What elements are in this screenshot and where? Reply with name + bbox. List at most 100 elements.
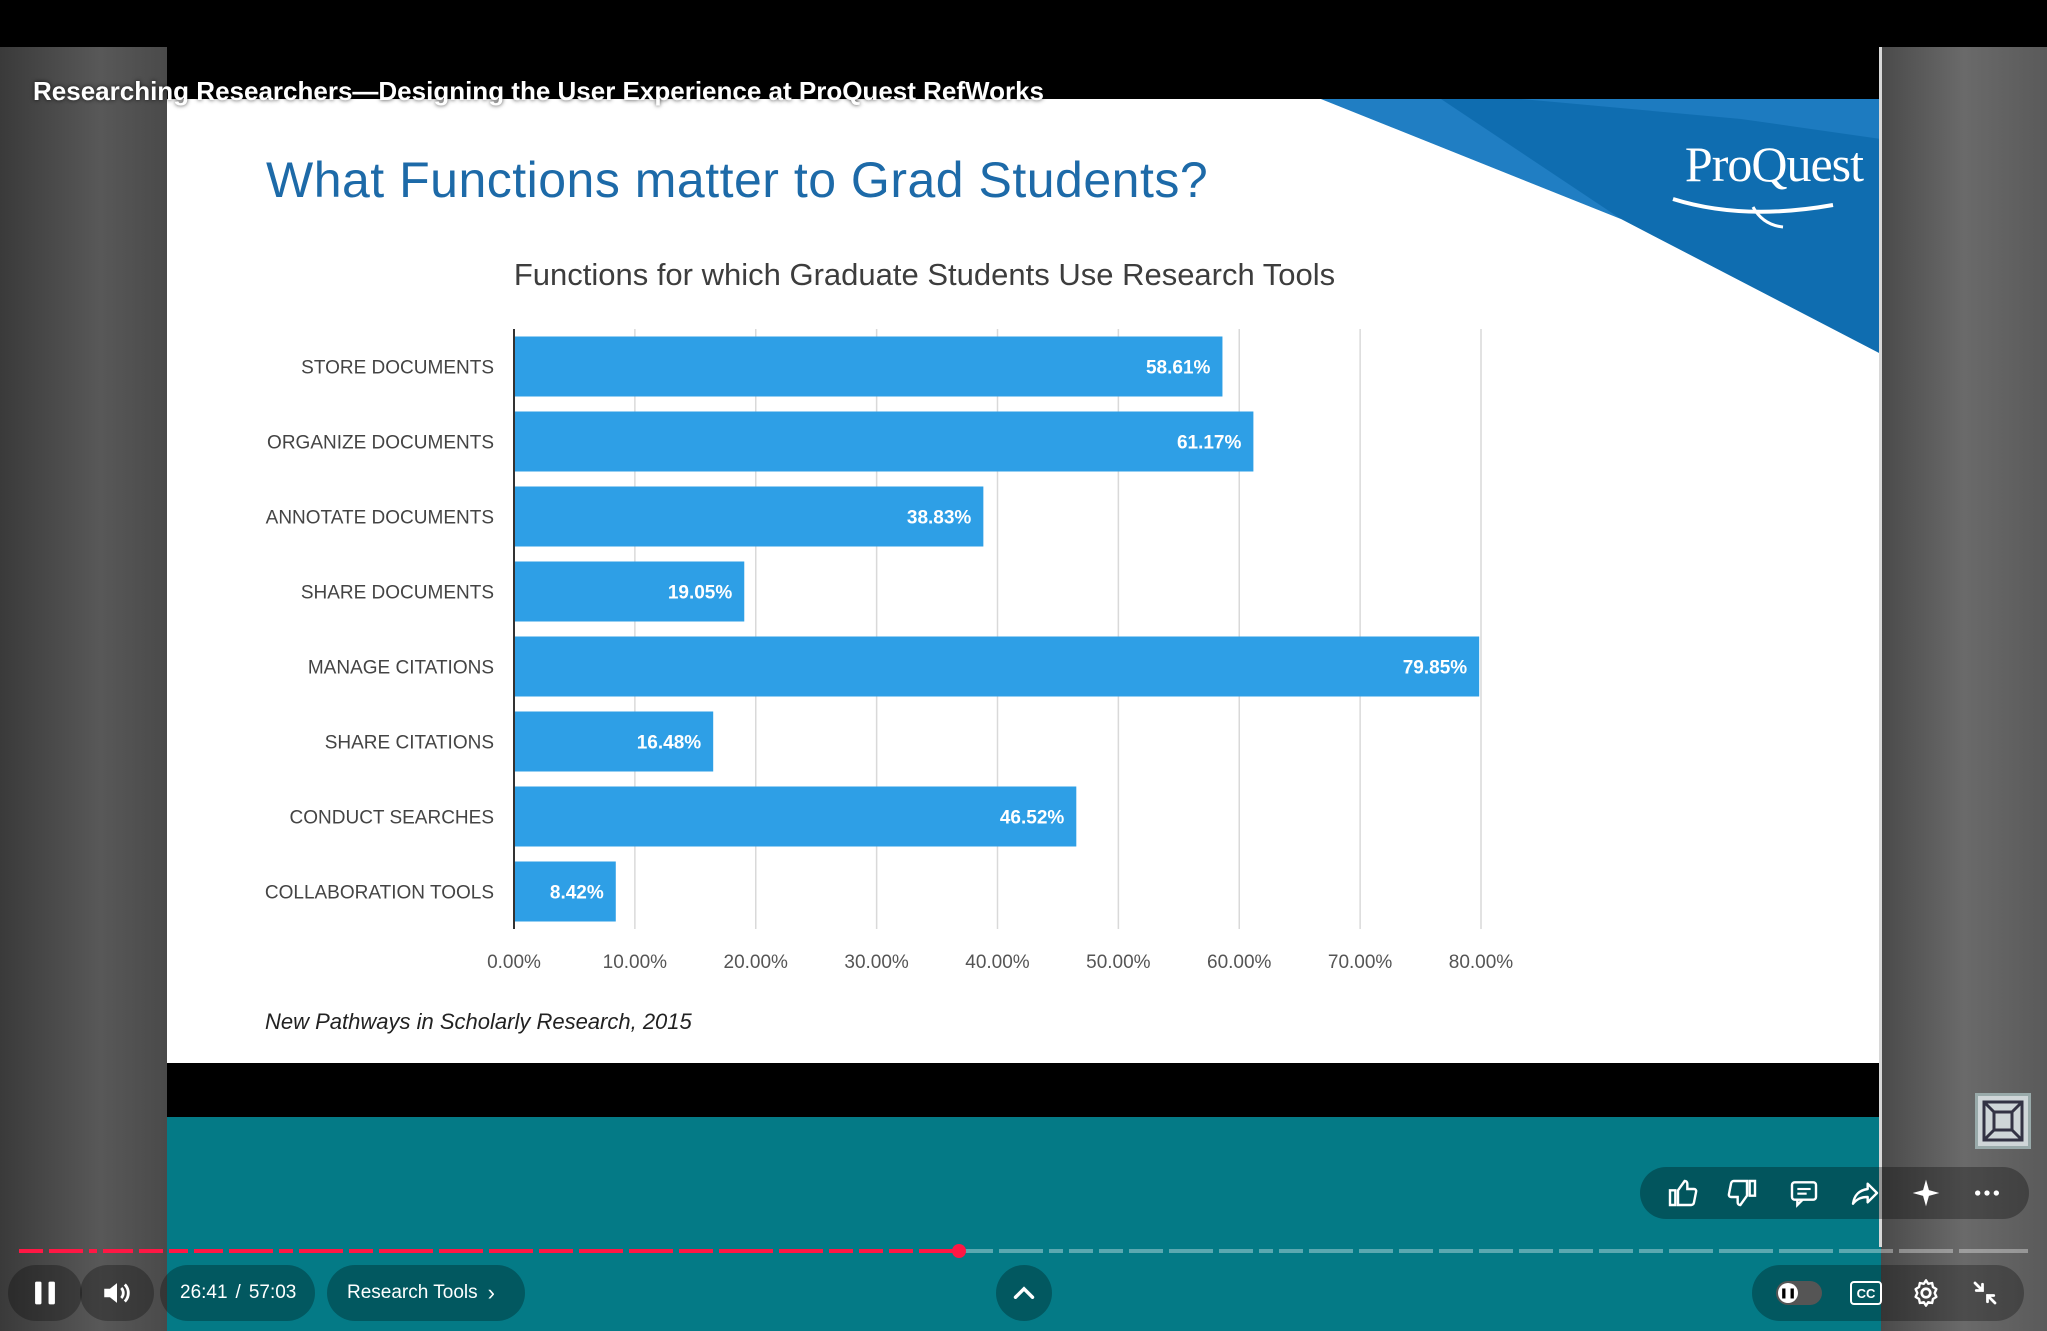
chevron-right-icon: ›: [487, 1280, 495, 1305]
progress-segment: [1479, 1249, 1513, 1253]
action-bar: [1640, 1167, 2029, 1219]
progress-segment: [1559, 1249, 1593, 1253]
category-label: COLLABORATION TOOLS: [265, 883, 494, 904]
x-tick-label: 10.00%: [603, 952, 668, 973]
source-note: New Pathways in Scholarly Research, 2015: [265, 1009, 692, 1034]
progress-segment: [719, 1249, 773, 1253]
progress-segment: [439, 1249, 483, 1253]
progress-segment: [1219, 1249, 1253, 1253]
progress-segment: [1639, 1249, 1663, 1253]
duration: 57:03: [248, 1282, 297, 1303]
data-label: 19.05%: [668, 583, 733, 604]
data-label: 61.17%: [1177, 433, 1242, 454]
pause-small-icon: ❚❚: [1778, 1283, 1798, 1303]
x-tick-label: 80.00%: [1449, 952, 1514, 973]
progress-segment: [1899, 1249, 1953, 1253]
progress-segment: [1959, 1249, 2028, 1253]
progress-segment: [579, 1249, 623, 1253]
data-label: 8.42%: [550, 883, 604, 904]
progress-segment: [1129, 1249, 1163, 1253]
progress-segment: [679, 1249, 713, 1253]
progress-segment: [919, 1249, 953, 1253]
progress-segment: [889, 1249, 913, 1253]
progress-segment: [1719, 1249, 1773, 1253]
progress-segment: [859, 1249, 883, 1253]
x-tick-label: 40.00%: [965, 952, 1030, 973]
bar: [515, 786, 1077, 847]
category-label: ANNOTATE DOCUMENTS: [266, 508, 494, 529]
progress-segment: [169, 1249, 188, 1253]
settings-gear-icon[interactable]: [1910, 1277, 1942, 1309]
data-label: 46.52%: [1000, 808, 1065, 829]
progress-track[interactable]: [16, 1244, 2031, 1258]
divider: [1879, 47, 1882, 1247]
progress-segment: [1169, 1249, 1213, 1253]
current-time: 26:41: [180, 1282, 228, 1303]
progress-segment: [1359, 1249, 1393, 1253]
bar: [515, 411, 1254, 472]
autoplay-toggle[interactable]: ❚❚: [1776, 1281, 1822, 1305]
miniplayer-icon[interactable]: [1975, 1093, 2031, 1149]
progress-segment: [1259, 1249, 1273, 1253]
like-icon[interactable]: [1660, 1171, 1704, 1215]
pause-icon: [35, 1281, 55, 1305]
x-tick-label: 0.00%: [487, 952, 541, 973]
progress-segment: [194, 1249, 223, 1253]
progress-segment: [999, 1249, 1043, 1253]
dislike-icon[interactable]: [1721, 1171, 1765, 1215]
category-label: SHARE CITATIONS: [325, 733, 494, 754]
progress-segment: [1049, 1249, 1063, 1253]
progress-segment: [379, 1249, 433, 1253]
progress-segment: [1099, 1249, 1123, 1253]
category-label: ORGANIZE DOCUMENTS: [267, 433, 494, 454]
volume-button[interactable]: [80, 1265, 154, 1321]
progress-segment: [779, 1249, 823, 1253]
expand-panel-button[interactable]: [996, 1265, 1052, 1321]
progress-segment: [1439, 1249, 1473, 1253]
progress-segment: [89, 1249, 97, 1253]
progress-segment: [49, 1249, 83, 1253]
chapter-label: Research Tools: [347, 1282, 478, 1303]
progress-segment: [1279, 1249, 1303, 1253]
pause-button[interactable]: [8, 1265, 82, 1321]
progress-segment: [1309, 1249, 1353, 1253]
video-player[interactable]: ProQuest What Functions matter to Grad S…: [0, 0, 2047, 1331]
x-tick-label: 70.00%: [1328, 952, 1393, 973]
x-tick-label: 20.00%: [724, 952, 789, 973]
progress-segment: [299, 1249, 343, 1253]
progress-segment: [349, 1249, 373, 1253]
progress-segment: [1399, 1249, 1433, 1253]
bar: [515, 636, 1480, 697]
progress-segment: [139, 1249, 163, 1253]
progress-segment: [279, 1249, 293, 1253]
progress-segment: [229, 1249, 273, 1253]
x-tick-label: 50.00%: [1086, 952, 1151, 973]
x-tick-label: 60.00%: [1207, 952, 1272, 973]
progress-segment: [19, 1249, 43, 1253]
data-label: 79.85%: [1403, 658, 1468, 679]
progress-segment: [629, 1249, 673, 1253]
right-controls: ❚❚ CC: [1752, 1265, 2024, 1321]
chevron-up-icon: [1013, 1286, 1035, 1299]
video-title[interactable]: Researching Researchers—Designing the Us…: [33, 76, 1044, 107]
more-options-icon[interactable]: [1965, 1171, 2009, 1215]
progress-segment: [103, 1249, 133, 1253]
comments-icon[interactable]: [1782, 1171, 1826, 1215]
data-label: 38.83%: [907, 508, 972, 529]
progress-segment: [829, 1249, 853, 1253]
progress-thumb[interactable]: [952, 1244, 967, 1258]
progress-segment: [1779, 1249, 1833, 1253]
progress-segment: [1519, 1249, 1553, 1253]
slide: ProQuest What Functions matter to Grad S…: [167, 99, 1881, 1063]
progress-segment: [1069, 1249, 1093, 1253]
chapter-button[interactable]: Research Tools ›: [327, 1265, 525, 1321]
share-icon[interactable]: [1843, 1171, 1887, 1215]
progress-bar[interactable]: [16, 1244, 2031, 1258]
captions-icon[interactable]: CC: [1850, 1281, 1882, 1305]
data-label: 16.48%: [637, 733, 702, 754]
category-label: SHARE DOCUMENTS: [301, 583, 494, 604]
time-display: 26:41 / 57:03: [160, 1265, 315, 1321]
exit-fullscreen-icon[interactable]: [1970, 1278, 2000, 1308]
sparkle-icon[interactable]: [1904, 1171, 1948, 1215]
time-separator: /: [235, 1282, 241, 1303]
